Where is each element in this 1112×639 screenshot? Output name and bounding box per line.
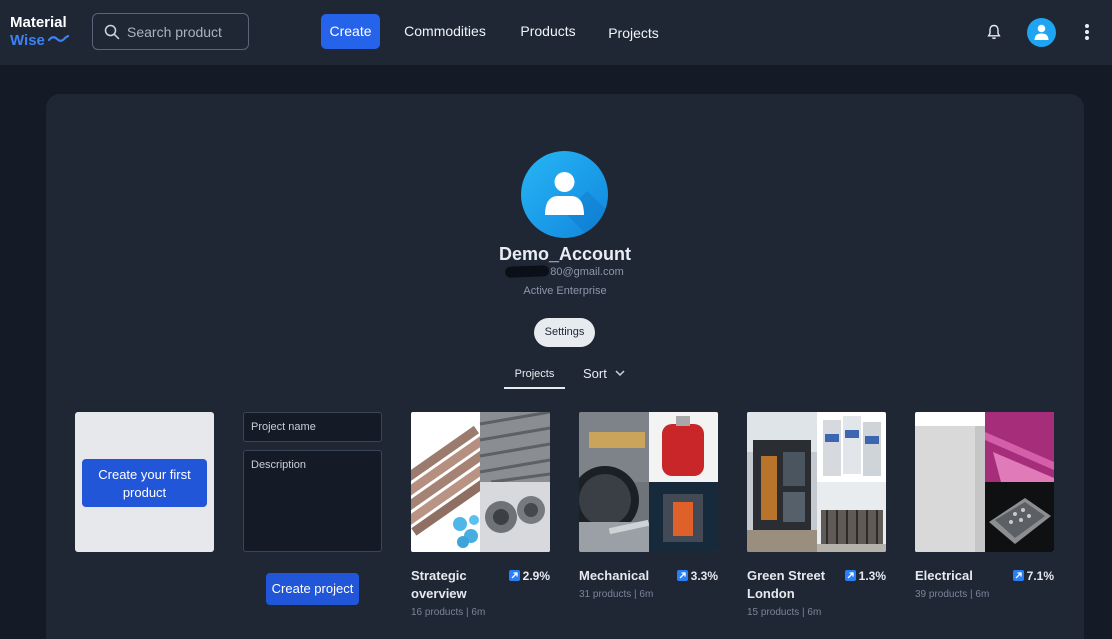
project-title: Strategic overview [411,568,467,601]
project-change: 3.3% [676,567,718,585]
bell-icon[interactable] [985,23,1003,41]
sort-label: Sort [583,366,607,381]
project-thumbnail[interactable] [579,412,718,552]
material-wise-logo[interactable]: Material Wise [10,14,70,50]
project-change-value: 7.1% [1026,569,1054,583]
user-icon [1034,24,1049,40]
tab-projects[interactable]: Projects [504,365,565,389]
project-card[interactable]: Mechanical 3.3% 31 products | 6m [579,412,718,600]
top-navigation-bar: Material Wise Create Commodities Product… [0,0,1112,65]
profile-plan: Active Enterprise [523,285,607,297]
create-first-product-button[interactable]: Create your first product [82,459,207,507]
project-name-input[interactable] [243,412,382,442]
project-meta: 31 products | 6m [579,589,654,600]
project-card[interactable]: Green Street London 1.3% 15 products | 6… [747,412,886,618]
user-icon [545,172,608,238]
project-card[interactable]: Electrical 7.1% 39 products | 6m [915,412,1054,600]
project-description-input[interactable] [243,450,382,552]
project-title: Mechanical [579,568,650,583]
logo-wave-icon [48,34,70,42]
create-first-product-card: Create your first product [75,412,214,552]
search-input[interactable] [127,22,245,42]
mechanical-components-image [579,412,718,552]
project-change-value: 3.3% [690,569,718,583]
project-thumbnail[interactable] [915,412,1054,552]
create-button[interactable]: Create [321,14,380,49]
project-meta: 39 products | 6m [915,589,990,600]
profile-name: Demo_Account [498,244,632,264]
project-meta: 15 products | 6m [747,607,822,618]
logo-line1: Material [10,14,67,31]
create-project-button[interactable]: Create project [266,573,359,605]
redaction-mark [504,265,550,278]
trend-up-icon [676,570,688,581]
settings-button[interactable]: Settings [534,318,595,347]
project-meta: 16 products | 6m [411,607,486,618]
chevron-down-icon [615,370,625,377]
nav-products[interactable]: Products [513,14,583,49]
project-change-value: 2.9% [522,569,550,583]
project-change: 2.9% [508,567,550,585]
trend-up-icon [508,570,520,581]
nav-commodities[interactable]: Commodities [395,14,495,49]
project-change-value: 1.3% [858,569,886,583]
project-change: 7.1% [1012,567,1054,585]
project-title: Electrical [915,568,973,583]
project-thumbnail[interactable] [411,412,550,552]
user-avatar-button[interactable] [1027,18,1056,47]
search-box[interactable] [92,13,249,50]
trend-up-icon [1012,570,1024,581]
search-icon [104,24,120,40]
trend-up-icon [844,570,856,581]
electrical-materials-image [915,412,1054,552]
profile-email: 80@gmail.com [465,266,665,278]
profile-avatar [521,151,608,238]
project-title: Green Street London [747,568,826,601]
steel-materials-image [411,412,550,552]
project-thumbnail[interactable] [747,412,886,552]
building-construction-image [747,412,886,552]
nav-projects[interactable]: Projects [601,16,666,51]
sort-dropdown[interactable]: Sort [583,366,625,381]
project-card[interactable]: Strategic overview 2.9% 16 products | 6m [411,412,550,618]
more-vertical-icon[interactable] [1080,22,1094,42]
project-change: 1.3% [844,567,886,585]
